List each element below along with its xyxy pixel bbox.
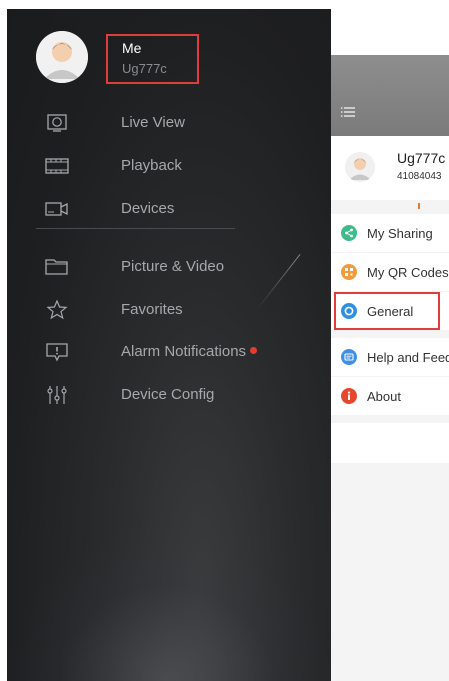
avatar[interactable]: [36, 31, 88, 83]
film-icon: [45, 156, 69, 176]
accent-mark: [418, 203, 420, 209]
profile-user-id: Ug777c: [122, 61, 167, 76]
background-mountain: [7, 531, 331, 681]
drawer-item-alarm-notifications[interactable]: Alarm Notifications: [7, 332, 331, 372]
menu-item-label: My QR Codes: [367, 265, 449, 280]
camera-icon: [45, 199, 69, 219]
share-icon: [341, 225, 357, 241]
user-avatar: [345, 152, 375, 182]
panel-footer-block: [331, 423, 449, 463]
menu-icon[interactable]: [341, 105, 355, 117]
drawer-item-label: Live View: [121, 114, 185, 131]
drawer-item-label: Devices: [121, 200, 175, 217]
profile-highlight: [106, 34, 199, 84]
drawer-item-label: Device Config: [121, 386, 215, 403]
user-name: Ug777c: [397, 150, 446, 166]
screen: Me Ug777c Live View Playback Devices Pic…: [0, 0, 449, 681]
alert-icon: [45, 342, 69, 362]
drawer-item-picture-video[interactable]: Picture & Video: [7, 247, 331, 287]
drawer-item-device-config[interactable]: Device Config: [7, 375, 331, 415]
panel-header: [331, 55, 449, 136]
drawer-item-label-wrap: Alarm Notifications: [121, 343, 258, 360]
me-panel: Ug777c 41084043 My Sharing My QR Codes G…: [331, 55, 449, 681]
menu-item-label: My Sharing: [367, 226, 433, 241]
menu-item-my-qr-codes[interactable]: My QR Codes: [331, 253, 449, 291]
menu-item-about[interactable]: About: [331, 377, 449, 415]
qr-icon: [341, 264, 357, 280]
folder-icon: [45, 257, 69, 277]
sliders-icon: [45, 385, 69, 405]
drawer-item-label: Playback: [121, 157, 182, 174]
menu-item-label: Help and Feedback: [367, 350, 449, 365]
info-icon: [341, 388, 357, 404]
menu-item-my-sharing[interactable]: My Sharing: [331, 214, 449, 252]
drawer-item-live-view[interactable]: Live View: [7, 103, 331, 143]
user-card[interactable]: Ug777c 41084043: [331, 136, 449, 200]
drawer-item-label: Favorites: [121, 301, 183, 318]
drawer-divider: [36, 228, 235, 229]
star-icon: [45, 299, 69, 320]
menu-item-label: About: [367, 389, 401, 404]
user-number: 41084043: [397, 171, 442, 182]
drawer-item-playback[interactable]: Playback: [7, 146, 331, 186]
notification-badge: [250, 347, 258, 354]
help-icon: [341, 349, 357, 365]
drawer-item-devices[interactable]: Devices: [7, 189, 331, 229]
drawer-item-label: Picture & Video: [121, 258, 225, 275]
general-highlight: [334, 292, 440, 330]
menu-item-help-feedback[interactable]: Help and Feedback: [331, 338, 449, 376]
live-view-icon: [45, 113, 69, 133]
drawer-item-favorites[interactable]: Favorites: [7, 290, 331, 330]
navigation-drawer: Me Ug777c Live View Playback Devices Pic…: [7, 9, 331, 681]
drawer-item-label: Alarm Notifications: [121, 343, 247, 360]
profile-name[interactable]: Me: [122, 40, 141, 56]
